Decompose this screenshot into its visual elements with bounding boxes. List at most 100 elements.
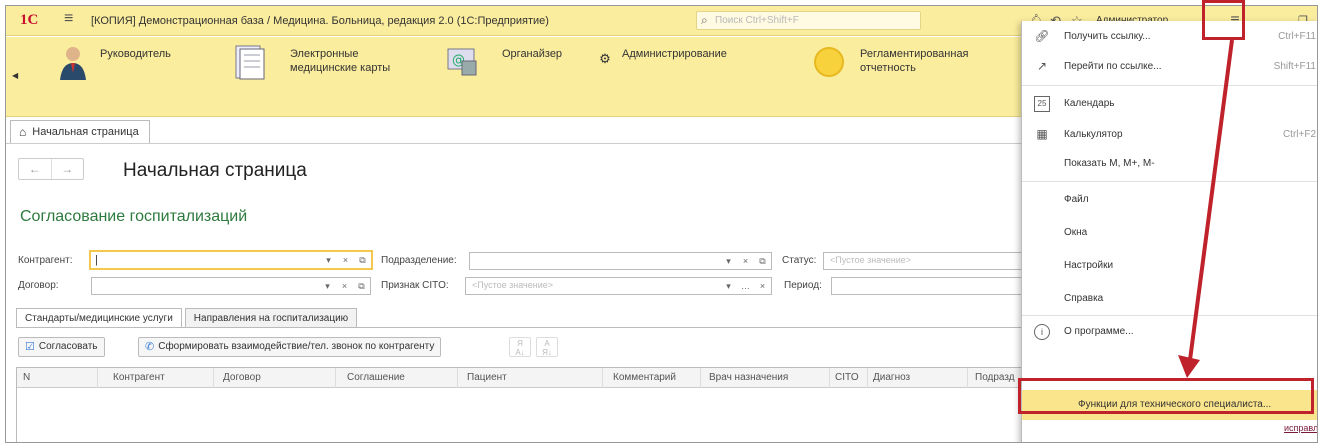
dropdown-icon[interactable]: ▾ [319, 278, 336, 294]
menu-item-label: Окна [1064, 227, 1088, 238]
table-header: N Контрагент Договор Соглашение Пациент … [17, 368, 1025, 388]
dropdown-icon[interactable]: ▾ [720, 253, 737, 269]
page-title: Начальная страница [123, 160, 307, 181]
division-label: Подразделение: [381, 255, 457, 266]
column-header[interactable]: Диагноз [873, 372, 910, 383]
window-title: [КОПИЯ] Демонстрационная база / Медицина… [91, 15, 549, 27]
menu-separator [1022, 315, 1317, 316]
scroll-left-icon[interactable]: ◀ [12, 71, 18, 80]
menu-item-goto-link[interactable]: ↗ Перейти по ссылке... Shift+F11 [1022, 54, 1317, 80]
status-placeholder: <Пустое значение> [830, 255, 912, 265]
section-organizer[interactable]: @ Органайзер [446, 43, 562, 81]
field-buttons: ▾ … × [720, 278, 771, 294]
dropdown-icon[interactable]: ▾ [720, 278, 737, 294]
more-icon[interactable]: … [737, 278, 754, 294]
form-subtitle: Согласование госпитализаций [20, 208, 248, 225]
column-separator [602, 368, 603, 388]
menu-item-settings[interactable]: Настройки [1022, 253, 1317, 279]
forward-arrow-icon[interactable]: → [50, 159, 84, 179]
reports-icon [812, 43, 846, 81]
phone-icon: ✆ [145, 341, 155, 353]
form-tabs: Стандарты/медицинские услуги Направления… [16, 308, 360, 328]
menu-item-calculator[interactable]: ▦ Калькулятор Ctrl+F2 [1022, 122, 1317, 148]
menu-item-shortcut: Ctrl+F11 [1278, 31, 1316, 42]
menu-item-about[interactable]: i О программе... [1022, 319, 1317, 345]
cito-placeholder: <Пустое значение> [472, 280, 554, 290]
main-menu-icon[interactable]: ≡ [64, 10, 73, 28]
approvals-table[interactable]: N Контрагент Договор Соглашение Пациент … [16, 367, 1026, 442]
column-header[interactable]: Контрагент [113, 372, 165, 383]
column-header[interactable]: CITO [835, 372, 859, 383]
sort-ascending-button[interactable]: Я А↓ [509, 337, 531, 357]
menu-item-label: Настройки [1064, 260, 1114, 271]
menu-item-label: Файл [1064, 194, 1089, 205]
menu-item-file[interactable]: Файл [1022, 187, 1317, 213]
menu-item-label: Калькулятор [1064, 129, 1123, 140]
global-search-input[interactable]: ⌕ Поиск Ctrl+Shift+F [696, 11, 921, 30]
clear-icon[interactable]: × [337, 252, 354, 268]
period-field[interactable] [831, 277, 1023, 295]
back-arrow-icon[interactable]: ← [19, 159, 51, 179]
tab-divider [16, 327, 1026, 328]
column-separator [967, 368, 968, 388]
form-interaction-button[interactable]: ✆ Сформировать взаимодействие/тел. звоно… [138, 337, 442, 357]
column-separator [97, 368, 98, 388]
period-label: Период: [784, 280, 822, 291]
tab-standards[interactable]: Стандарты/медицинские услуги [16, 308, 182, 328]
division-field[interactable]: ▾ × ⧉ [469, 252, 772, 270]
column-header[interactable]: Пациент [467, 372, 507, 383]
section-reports[interactable]: Регламентированная отчетность [812, 43, 1000, 81]
column-header[interactable]: Соглашение [347, 372, 405, 383]
column-header[interactable]: Врач назначения [709, 372, 788, 383]
column-header[interactable]: N [23, 372, 30, 383]
calculator-icon: ▦ [1036, 127, 1048, 141]
tab-referrals[interactable]: Направления на госпитализацию [184, 308, 358, 328]
menu-item-get-link[interactable]: 🔗︎ Получить ссылку... Ctrl+F11 [1022, 24, 1317, 50]
section-administration[interactable]: ⚙ Администрирование [596, 43, 727, 89]
sort-descending-button[interactable]: А Я↓ [536, 337, 558, 357]
column-separator [335, 368, 336, 388]
column-header[interactable]: Подразд [975, 372, 1015, 383]
section-label: Органайзер [502, 48, 563, 60]
contract-label: Договор: [18, 280, 59, 291]
gear-icon: ⚙ [599, 51, 611, 66]
tab-home[interactable]: ⌂ Начальная страница [10, 120, 150, 143]
column-header[interactable]: Комментарий [613, 372, 676, 383]
menu-item-calendar[interactable]: 25 Календарь [1022, 91, 1317, 117]
status-field[interactable]: <Пустое значение> [823, 252, 1023, 270]
menu-item-label: Перейти по ссылке... [1064, 61, 1162, 72]
approve-icon: ☑ [25, 341, 35, 353]
manager-icon [56, 43, 90, 81]
section-label: Руководитель [100, 48, 171, 60]
calendar-icon: 25 [1034, 96, 1050, 112]
approve-label: Согласовать [38, 341, 98, 352]
menu-item-label: О программе... [1064, 326, 1134, 337]
contract-field[interactable]: ▾ × ⧉ [91, 277, 371, 295]
menu-item-label: Календарь [1064, 98, 1115, 109]
open-icon[interactable]: ⧉ [754, 253, 771, 269]
1c-logo: 1С [20, 12, 39, 28]
menu-item-show-memory[interactable]: Показать М, М+, М- [1022, 151, 1317, 177]
clear-icon[interactable]: × [336, 278, 353, 294]
section-manager[interactable]: Руководитель [56, 43, 171, 81]
clear-icon[interactable]: × [737, 253, 754, 269]
cito-field[interactable]: <Пустое значение> ▾ … × [465, 277, 772, 295]
menu-separator [1022, 85, 1317, 86]
info-icon: i [1034, 324, 1050, 340]
column-separator [457, 368, 458, 388]
open-icon[interactable]: ⧉ [354, 252, 371, 268]
section-label: Администрирование [622, 48, 727, 60]
approve-button[interactable]: ☑ Согласовать [18, 337, 105, 357]
menu-item-windows[interactable]: Окна [1022, 220, 1317, 246]
dropdown-icon[interactable]: ▾ [320, 252, 337, 268]
open-icon[interactable]: ⧉ [353, 278, 370, 294]
column-header[interactable]: Договор [223, 372, 261, 383]
clear-icon[interactable]: × [754, 278, 771, 294]
column-separator [213, 368, 214, 388]
home-icon: ⌂ [19, 125, 27, 139]
section-medical-cards[interactable]: Электронные медицинские карты [232, 43, 420, 81]
contragent-field[interactable]: | ▾ × ⧉ [89, 250, 373, 270]
side-link[interactable]: исправлени [1284, 423, 1317, 433]
field-buttons: ▾ × ⧉ [320, 252, 371, 268]
menu-item-help[interactable]: Справка [1022, 286, 1317, 312]
